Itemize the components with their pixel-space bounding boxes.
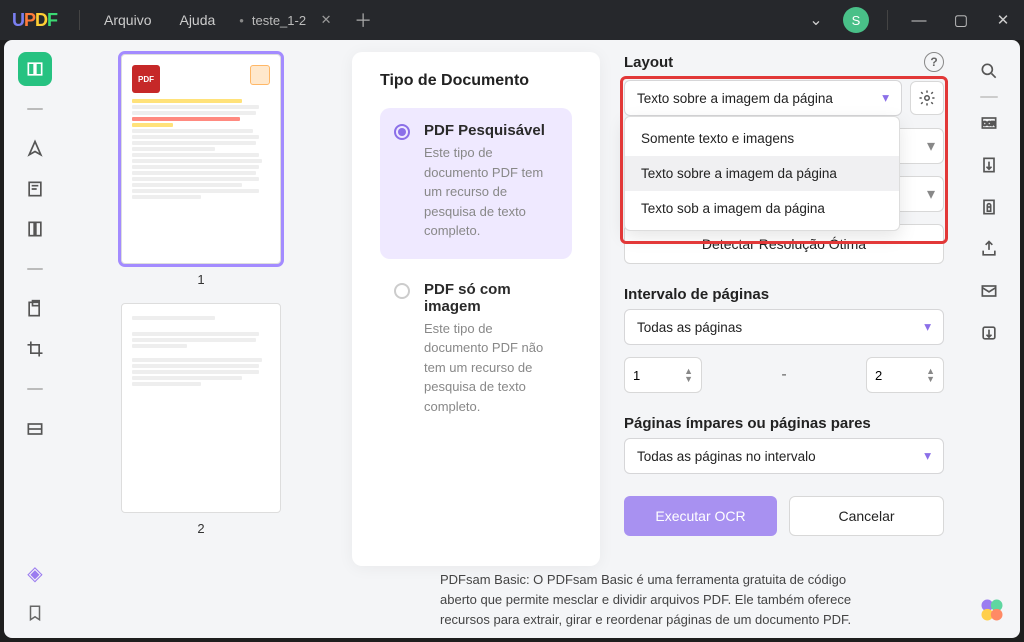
svg-text:OCR: OCR: [983, 122, 996, 128]
left-toolbar: [4, 40, 66, 638]
search-icon[interactable]: [972, 54, 1006, 88]
avatar[interactable]: S: [843, 7, 869, 33]
comment-tool-icon[interactable]: [18, 132, 52, 166]
document-tab[interactable]: • teste_1-2 ✕: [229, 0, 348, 40]
app-body: ◈ PDF 1: [4, 40, 1020, 638]
from-page-input[interactable]: 1▲▼: [624, 357, 702, 393]
tab-label: teste_1-2: [252, 13, 306, 28]
layout-option[interactable]: Texto sobre a imagem da página: [625, 156, 899, 191]
menu-file[interactable]: Arquivo: [90, 0, 165, 40]
divider: [18, 92, 52, 126]
close-icon[interactable]: ✕: [314, 12, 338, 28]
email-icon[interactable]: [972, 274, 1006, 308]
odd-even-select[interactable]: Todas as páginas no intervalo▾: [624, 438, 944, 474]
layout-option[interactable]: Texto sob a imagem da página: [625, 191, 899, 226]
menu-help[interactable]: Ajuda: [165, 0, 229, 40]
logo: UPDF: [12, 10, 57, 31]
ocr-options-panel: Tipo de Documento PDF Pesquisável Este t…: [352, 52, 600, 566]
convert-icon[interactable]: [972, 148, 1006, 182]
protect-icon[interactable]: [972, 190, 1006, 224]
thumbnail-page-number: 1: [84, 272, 318, 287]
edit-tool-icon[interactable]: [18, 172, 52, 206]
range-dash: -: [702, 366, 866, 384]
caret-down-icon: ▾: [882, 90, 889, 106]
ocr-icon[interactable]: OCR: [972, 106, 1006, 140]
divider: [18, 252, 52, 286]
share-icon[interactable]: [972, 232, 1006, 266]
maximize-button[interactable]: ▢: [940, 0, 982, 40]
thumbnail-page-number: 2: [84, 521, 318, 536]
redact-tool-icon[interactable]: [18, 412, 52, 446]
ai-assistant-icon[interactable]: [978, 596, 1006, 624]
doc-type-searchable-pdf[interactable]: PDF Pesquisável Este tipo de documento P…: [380, 108, 572, 259]
crop-tool-icon[interactable]: [18, 332, 52, 366]
radio-icon: [394, 124, 410, 140]
layout-heading: Layout: [624, 54, 673, 71]
radio-icon: [394, 283, 410, 299]
form-tool-icon[interactable]: [18, 292, 52, 326]
new-tab-button[interactable]: ＋: [348, 7, 378, 33]
minimize-button[interactable]: —: [898, 0, 940, 40]
title-bar: UPDF Arquivo Ajuda • teste_1-2 ✕ ＋ ⌄ S —…: [0, 0, 1024, 40]
to-page-input[interactable]: 2▲▼: [866, 357, 944, 393]
page-thumbnail[interactable]: [121, 303, 281, 513]
run-ocr-button[interactable]: Executar OCR: [624, 496, 777, 536]
page-range-select[interactable]: Todas as páginas▾: [624, 309, 944, 345]
help-icon[interactable]: ?: [924, 52, 944, 72]
layers-icon[interactable]: ◈: [18, 556, 52, 590]
layout-option[interactable]: Somente texto e imagens: [625, 121, 899, 156]
save-icon[interactable]: [972, 316, 1006, 350]
close-button[interactable]: ✕: [982, 0, 1024, 40]
caret-down-icon: ▾: [924, 319, 931, 335]
divider: [18, 372, 52, 406]
layout-dropdown: Somente texto e imagens Texto sobre a im…: [624, 116, 900, 231]
page-thumbnail[interactable]: PDF: [121, 54, 281, 264]
cancel-button[interactable]: Cancelar: [789, 496, 944, 536]
odd-even-heading: Páginas ímpares ou páginas pares: [624, 415, 871, 432]
caret-down-icon: ▾: [924, 448, 931, 464]
doc-type-image-only-pdf[interactable]: PDF só com imagem Este tipo de documento…: [380, 267, 572, 435]
bookmark-icon[interactable]: [18, 596, 52, 630]
gear-icon[interactable]: [910, 81, 944, 115]
ocr-settings: Layout ? Texto sobre a imagem da página …: [624, 52, 944, 630]
reader-mode-icon[interactable]: [18, 52, 52, 86]
right-toolbar: OCR: [958, 40, 1020, 638]
chevron-down-icon[interactable]: ⌄: [797, 10, 835, 30]
layout-select[interactable]: Texto sobre a imagem da página ▾: [624, 80, 902, 116]
pages-tool-icon[interactable]: [18, 212, 52, 246]
thumbnail-panel: PDF 1 2: [66, 40, 336, 638]
page-range-heading: Intervalo de páginas: [624, 286, 769, 303]
tab-dirty-indicator: •: [239, 13, 244, 28]
document-type-heading: Tipo de Documento: [380, 72, 572, 90]
